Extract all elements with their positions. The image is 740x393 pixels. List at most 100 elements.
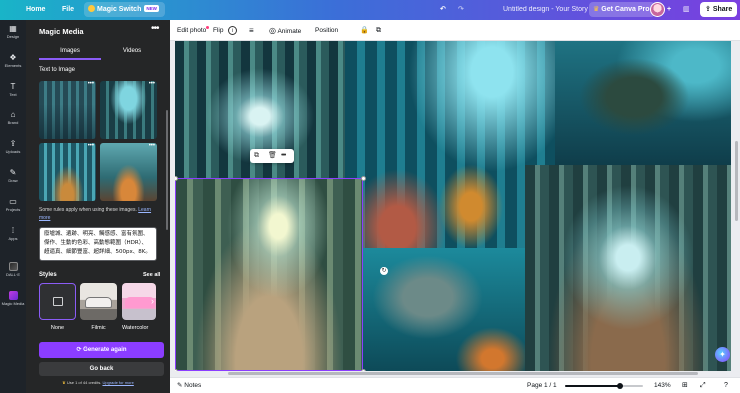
help-icon[interactable]: ? xyxy=(724,378,728,393)
redo-icon[interactable]: ↷ xyxy=(458,0,464,20)
left-rail: ▦ Design ❖ Elements T Text ⌂ Brand ⇪ Uploads … xyxy=(0,20,26,393)
rail-label: Design xyxy=(6,34,20,39)
top-bar: Home File Magic Switch NEW ↶ ↷ Untitled d… xyxy=(0,0,740,20)
lock-icon[interactable]: 🔒 xyxy=(360,20,369,41)
copy-style-icon[interactable]: ⧉ xyxy=(376,20,381,41)
elements-icon: ❖ xyxy=(9,53,17,62)
grid-view-icon[interactable]: ⊞ xyxy=(682,378,688,393)
magic-switch-button[interactable]: Magic Switch NEW xyxy=(84,2,165,17)
generated-thumbnails: ••• ••• ••• ••• xyxy=(39,81,157,203)
panel-more-icon[interactable]: ••• xyxy=(151,23,159,34)
prompt-input[interactable]: 廢墟城、遺跡、明亮、觸感感、富有氛圍、傑作、生動的色彩、高動態範圍（HDR）、超… xyxy=(39,227,157,261)
image-tile-3[interactable] xyxy=(555,41,731,165)
style-label-filmic: Filmic xyxy=(91,325,106,331)
home-button[interactable]: Home xyxy=(26,0,45,20)
animate-button[interactable]: ◎ Animate xyxy=(269,20,301,42)
image-tile-5[interactable] xyxy=(363,248,525,371)
more-icon[interactable]: ••• xyxy=(281,151,286,161)
credits-text: Use 1 of 44 credits. xyxy=(66,380,102,385)
avatar[interactable] xyxy=(650,2,665,17)
rail-item-elements[interactable]: ❖ Elements xyxy=(0,53,26,68)
rail-item-uploads[interactable]: ⇪ Uploads xyxy=(0,139,26,154)
generated-image-1[interactable]: ••• xyxy=(39,81,96,139)
upgrade-link[interactable]: Upgrade for more xyxy=(102,380,133,385)
style-none-card[interactable] xyxy=(39,283,76,320)
rail-item-design[interactable]: ▦ Design xyxy=(0,24,26,39)
rail-label: Draw xyxy=(8,178,18,183)
document-title[interactable]: Untitled design - Your Story xyxy=(503,0,588,20)
notes-button[interactable]: ✎ Notes xyxy=(177,378,201,393)
canvas-area: ⧉ 🗑 ••• ↻ ✦ xyxy=(170,41,740,377)
animate-icon: ◎ xyxy=(269,26,276,35)
resize-handle[interactable] xyxy=(175,369,178,371)
draw-icon: ✎ xyxy=(9,168,17,177)
magic-switch-label: Magic Switch xyxy=(97,6,142,13)
crown-icon: ♛ xyxy=(62,380,66,385)
share-button[interactable]: ⇪ Share xyxy=(700,2,738,17)
thumb-more-icon[interactable]: ••• xyxy=(149,143,155,149)
zoom-slider-fill xyxy=(565,385,620,387)
file-menu[interactable]: File xyxy=(62,0,74,20)
edit-photo-button[interactable]: Edit photo xyxy=(177,20,210,41)
rail-label: Apps xyxy=(8,236,18,241)
rail-item-magic-media[interactable]: Magic Media xyxy=(0,291,26,306)
image-tile-2[interactable] xyxy=(345,41,555,248)
magic-media-icon xyxy=(8,291,18,300)
info-icon[interactable]: i xyxy=(228,26,237,35)
add-collaborator-icon[interactable]: + xyxy=(667,0,671,20)
zoom-slider-knob[interactable] xyxy=(617,383,623,389)
design-page[interactable]: ⧉ 🗑 ••• ↻ xyxy=(175,41,731,371)
rotate-icon[interactable]: ↻ xyxy=(380,267,388,275)
rail-item-text[interactable]: T Text xyxy=(0,82,26,97)
insights-icon[interactable]: ▥ xyxy=(683,0,690,20)
resize-handle[interactable] xyxy=(361,176,366,181)
rail-label: Brand xyxy=(7,120,19,125)
floating-toolbar: ⧉ 🗑 ••• xyxy=(250,149,294,163)
border-style-icon[interactable]: ≡ xyxy=(249,20,254,41)
go-back-button[interactable]: Go back xyxy=(39,362,164,376)
page-indicator[interactable]: Page 1 / 1 xyxy=(527,378,557,393)
share-icon: ⇪ xyxy=(705,6,713,13)
rail-item-brand[interactable]: ⌂ Brand xyxy=(0,110,26,125)
magic-assistant-icon[interactable]: ✦ xyxy=(715,347,730,362)
credits-note: ♛ Use 1 of 44 credits. Upgrade for more xyxy=(26,380,170,385)
resize-handle[interactable] xyxy=(361,369,366,371)
chevron-right-icon[interactable]: › xyxy=(151,296,154,306)
panel-scrollbar[interactable] xyxy=(166,110,168,230)
vertical-scrollbar[interactable] xyxy=(735,141,738,221)
duplicate-icon[interactable]: ⧉ xyxy=(254,151,259,161)
tab-videos[interactable]: Videos xyxy=(101,44,163,58)
folder-icon: ▭ xyxy=(9,197,17,206)
generated-image-3[interactable]: ••• xyxy=(39,143,96,201)
image-tile-6[interactable] xyxy=(525,165,731,371)
trash-icon[interactable]: 🗑 xyxy=(268,151,277,161)
styles-heading: Styles xyxy=(39,272,57,278)
horizontal-scrollbar[interactable] xyxy=(228,372,698,375)
rail-item-apps[interactable]: ⁞ Apps xyxy=(0,226,26,241)
thumb-more-icon[interactable]: ••• xyxy=(88,143,94,149)
thumb-more-icon[interactable]: ••• xyxy=(88,81,94,87)
text-icon: T xyxy=(10,82,16,91)
fullscreen-icon[interactable]: ⤢ xyxy=(700,378,706,393)
thumb-more-icon[interactable]: ••• xyxy=(149,81,155,87)
undo-icon[interactable]: ↶ xyxy=(440,0,446,20)
rail-item-draw[interactable]: ✎ Draw xyxy=(0,168,26,183)
get-pro-button[interactable]: ♛ Get Canva Pro xyxy=(589,2,655,17)
rail-item-dalle[interactable]: DALL·E xyxy=(0,262,26,277)
edit-photo-label: Edit photo xyxy=(177,27,207,34)
zoom-level[interactable]: 143% xyxy=(654,378,671,393)
see-all-link[interactable]: See all xyxy=(143,272,160,278)
new-badge: NEW xyxy=(144,5,159,12)
style-filmic-card[interactable] xyxy=(80,283,117,320)
usage-note-text: Some rules apply when using these images… xyxy=(39,207,137,213)
image-icon xyxy=(53,297,63,306)
rail-item-projects[interactable]: ▭ Projects xyxy=(0,197,26,212)
generated-image-4[interactable]: ••• xyxy=(100,143,157,201)
resize-handle[interactable] xyxy=(175,176,178,181)
generated-image-2[interactable]: ••• xyxy=(100,81,157,139)
tab-images[interactable]: Images xyxy=(39,44,101,60)
position-button[interactable]: Position xyxy=(315,20,338,41)
zoom-slider[interactable] xyxy=(565,383,643,389)
flip-button[interactable]: Flip xyxy=(213,20,223,41)
generate-again-button[interactable]: ⟳ Generate again xyxy=(39,342,164,358)
